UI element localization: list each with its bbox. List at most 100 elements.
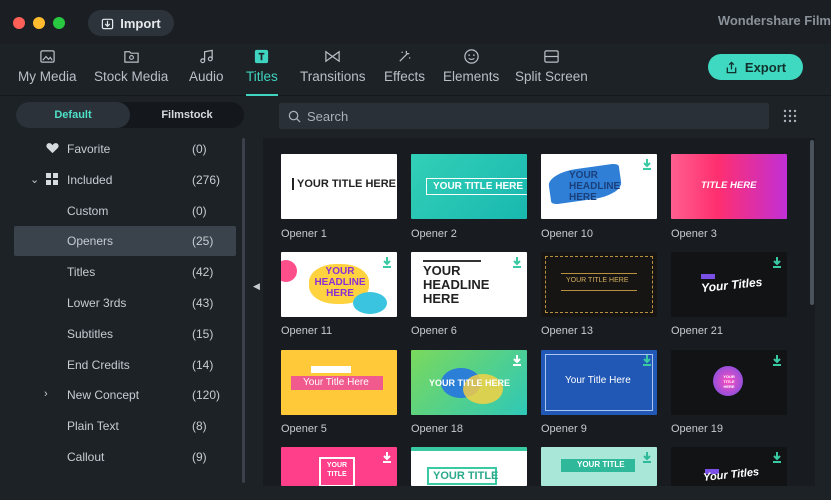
category-custom[interactable]: Custom (0)	[14, 196, 236, 226]
music-note-icon	[199, 49, 213, 64]
download-icon[interactable]	[642, 158, 652, 170]
thumbnail-opener-1[interactable]: YOUR TITLE HERE	[281, 154, 397, 219]
thumbnail-label: Opener 11	[281, 325, 333, 337]
thumbnail-opener[interactable]: YOUR TITLE	[411, 447, 527, 486]
tab-effects[interactable]: Effects	[384, 48, 425, 94]
category-label: Favorite	[67, 142, 111, 156]
category-count: (120)	[192, 388, 221, 402]
thumbnail-text: TITLE HERE	[701, 180, 757, 191]
category-included[interactable]: ⌄ Included (276)	[14, 165, 236, 195]
tab-label: Split Screen	[515, 69, 588, 84]
maximize-window-button[interactable]	[53, 17, 65, 29]
category-callout[interactable]: Callout (9)	[14, 442, 236, 472]
download-icon[interactable]	[642, 354, 652, 366]
chevron-right-icon[interactable]: ›	[44, 388, 48, 400]
category-titles[interactable]: Titles (42)	[14, 257, 236, 287]
thumbnail-opener[interactable]: Your Titles	[671, 447, 787, 486]
tab-label: Elements	[443, 69, 500, 84]
thumbnail-label: Opener 3	[671, 228, 717, 240]
category-openers[interactable]: Openers (25)	[14, 226, 236, 256]
category-sidebar: Default Filmstock Favorite (0) ⌄ Include…	[0, 96, 246, 500]
thumbnail-opener-19[interactable]: YOUR TITLE HERE	[671, 350, 787, 415]
category-label: Included	[67, 173, 113, 187]
timeline-toolbar-edge	[0, 486, 831, 500]
category-subtitles[interactable]: Subtitles (15)	[14, 319, 236, 349]
thumbnail-opener-11[interactable]: YOUR HEADLINE HERE	[281, 252, 397, 317]
divider-line	[423, 260, 481, 262]
category-label: Plain Text	[67, 419, 119, 433]
search-field[interactable]: Search	[279, 103, 769, 129]
thumbnail-opener-21[interactable]: Your Titles	[671, 252, 787, 317]
category-end-credits[interactable]: End Credits (14)	[14, 350, 236, 380]
import-button[interactable]: Import	[88, 10, 174, 36]
tab-audio[interactable]: Audio	[189, 48, 224, 94]
shape-circle	[281, 260, 297, 282]
tab-label: My Media	[18, 69, 77, 84]
search-placeholder: Search	[307, 108, 349, 124]
category-count: (43)	[192, 296, 214, 310]
tab-label: Stock Media	[94, 69, 169, 84]
close-window-button[interactable]	[13, 17, 25, 29]
export-label: Export	[744, 59, 787, 75]
grid-icon	[46, 173, 58, 185]
thumbnail-text: Your Title Here	[303, 377, 369, 388]
download-icon[interactable]	[382, 451, 392, 463]
grid-view-icon[interactable]	[782, 108, 798, 124]
sparkle-icon	[399, 50, 411, 62]
segment-default[interactable]: Default	[16, 102, 130, 128]
collapse-sidebar-icon[interactable]: ◀	[253, 281, 260, 292]
thumbnail-opener-6[interactable]: YOUR HEADLINE HERE	[411, 252, 527, 317]
minimize-window-button[interactable]	[33, 17, 45, 29]
text-t-icon	[255, 49, 269, 64]
tab-titles[interactable]: Titles	[246, 48, 278, 96]
content-scrollbar[interactable]	[810, 140, 814, 305]
thumbnail-opener-3[interactable]: TITLE HERE	[671, 154, 787, 219]
thumbnail-label: Opener 2	[411, 228, 457, 240]
category-plain-text[interactable]: Plain Text (8)	[14, 411, 236, 441]
thumbnail-label: Opener 18	[411, 423, 463, 435]
download-icon[interactable]	[512, 256, 522, 268]
category-favorite[interactable]: Favorite (0)	[14, 134, 236, 164]
thumbnail-opener-2[interactable]: YOUR TITLE HERE	[411, 154, 527, 219]
title-bar: Import Wondershare Film	[0, 0, 831, 44]
library-segmented-control: Default Filmstock	[16, 102, 244, 128]
segment-filmstock[interactable]: Filmstock	[130, 102, 244, 128]
import-label: Import	[120, 15, 161, 31]
category-lower-3rds[interactable]: Lower 3rds (43)	[14, 288, 236, 318]
category-label: Subtitles	[67, 327, 114, 341]
tab-my-media[interactable]: My Media	[18, 48, 77, 94]
download-icon[interactable]	[772, 256, 782, 268]
image-icon	[40, 50, 55, 63]
thumbnail-opener[interactable]: YOUR TITLE	[281, 447, 397, 486]
tab-elements[interactable]: Elements	[443, 48, 499, 94]
tab-stock-media[interactable]: Stock Media	[94, 48, 168, 94]
thumbnail-opener-10[interactable]: YOUR HEADLINE HERE	[541, 154, 657, 219]
category-label: Custom	[67, 204, 109, 218]
thumbnail-label: Opener 13	[541, 325, 593, 337]
category-count: (9)	[192, 450, 207, 464]
tab-split-screen[interactable]: Split Screen	[515, 48, 588, 94]
download-icon[interactable]	[772, 451, 782, 463]
export-button[interactable]: Export	[708, 54, 803, 80]
thumbnail-opener-18[interactable]: YOUR TITLE HERE	[411, 350, 527, 415]
thumbnail-opener[interactable]: YOUR TITLE	[541, 447, 657, 486]
thumbnail-opener-5[interactable]: Your Title Here	[281, 350, 397, 415]
tab-transitions[interactable]: Transitions	[300, 48, 366, 94]
import-icon	[102, 18, 114, 29]
thumbnail-opener-9[interactable]: Your Title Here	[541, 350, 657, 415]
thumbnail-text: YOUR TITLE HERE	[292, 178, 396, 190]
folder-image-icon	[123, 51, 139, 63]
download-icon[interactable]	[642, 451, 652, 463]
chevron-down-icon[interactable]: ⌄	[30, 173, 39, 186]
category-count: (42)	[192, 265, 214, 279]
sidebar-scrollbar[interactable]	[242, 138, 245, 483]
category-new-concept[interactable]: › New Concept (120)	[14, 380, 236, 410]
category-count: (25)	[192, 234, 214, 248]
download-icon[interactable]	[512, 354, 522, 366]
category-count: (0)	[192, 204, 207, 218]
thumbnail-opener-13[interactable]: YOUR TITLE HERE	[541, 252, 657, 317]
download-icon[interactable]	[382, 256, 392, 268]
download-icon[interactable]	[772, 354, 782, 366]
category-count: (15)	[192, 327, 214, 341]
category-label: Titles	[67, 265, 96, 279]
